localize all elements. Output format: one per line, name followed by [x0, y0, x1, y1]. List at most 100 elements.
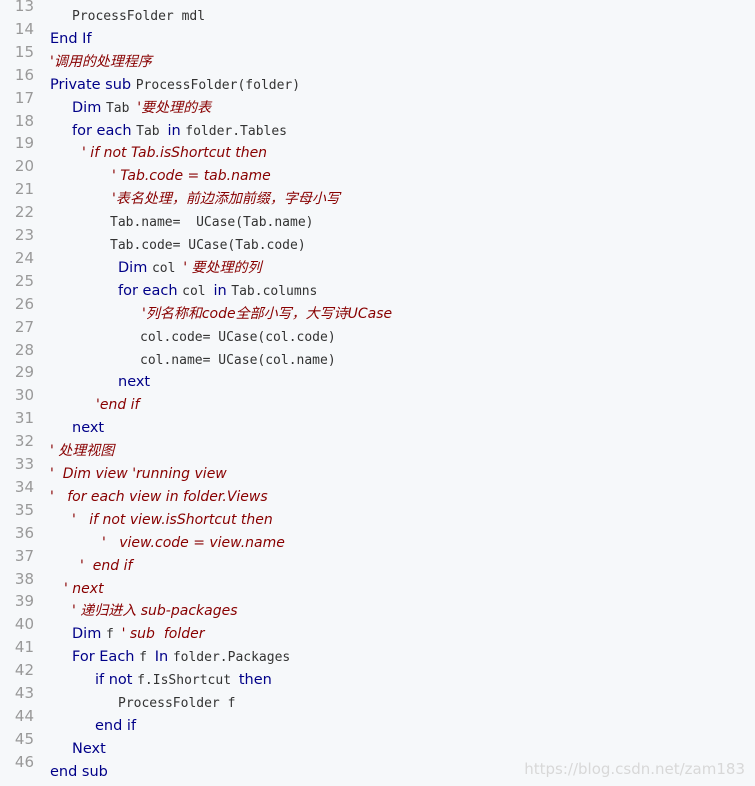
- code-comment: '列名称和code全部小写，大写诗UCase: [142, 305, 393, 322]
- code-identifier: ProcessFolder mdl: [72, 9, 206, 24]
- code-identifier: f: [105, 627, 122, 643]
- line-number: 26: [14, 294, 34, 313]
- line-number: 40: [14, 615, 34, 634]
- code-line: next: [50, 371, 150, 393]
- code-identifier: col.code= UCase(col.code): [140, 329, 336, 345]
- code-line: ' Tab.code = tab.name: [50, 165, 271, 187]
- code-line: ProcessFolder mdl: [50, 5, 205, 27]
- code-keyword: Next: [72, 740, 106, 757]
- code-line: Dim col ' 要处理的列: [50, 257, 262, 279]
- line-number: 33: [14, 455, 34, 473]
- code-comment: 'end if: [96, 397, 140, 414]
- code-identifier: Tab.columns: [231, 283, 318, 299]
- code-line: '调用的处理程序: [50, 51, 152, 73]
- code-keyword: For Each: [72, 649, 140, 666]
- code-identifier: ProcessFolder(folder): [135, 77, 301, 93]
- code-line: Dim f ' sub folder: [50, 623, 205, 645]
- code-identifier: folder.Packages: [172, 650, 291, 666]
- code-identifier: f.IsShortcut: [137, 673, 239, 689]
- code-keyword: then: [238, 672, 272, 689]
- code-comment: ' Dim view 'running view: [50, 466, 227, 482]
- line-number: 31: [14, 409, 34, 428]
- code-line: end sub: [50, 761, 108, 783]
- code-line: ' 处理视图: [50, 440, 114, 462]
- line-number: 27: [14, 317, 34, 336]
- code-identifier: f: [139, 650, 155, 666]
- line-number: 46: [14, 752, 34, 771]
- code-line: next: [50, 417, 104, 439]
- code-line: ' Dim view 'running view: [50, 463, 227, 485]
- line-number: 38: [14, 569, 34, 588]
- code-comment: ' view.code = view.name: [102, 534, 285, 551]
- code-line: ' next: [50, 578, 104, 600]
- code-line: ' end if: [50, 555, 132, 577]
- code-keyword: for each: [118, 282, 183, 299]
- code-keyword: in: [213, 282, 232, 299]
- code-comment: '调用的处理程序: [50, 53, 152, 70]
- code-comment: ' sub folder: [121, 626, 205, 643]
- code-keyword: Dim: [72, 99, 106, 116]
- code-comment: '表名处理，前边添加前缀，字母小写: [112, 191, 340, 208]
- code-line: For Each f In folder.Packages: [50, 646, 290, 668]
- code-keyword: In: [154, 649, 173, 666]
- code-comment: ' for each view in folder.Views: [50, 488, 268, 505]
- code-identifier: folder.Tables: [185, 123, 288, 139]
- line-number: 18: [14, 111, 34, 130]
- code-line: end if: [50, 715, 136, 737]
- line-number: 44: [14, 706, 34, 725]
- code-comment: ' if not view.isShortcut then: [72, 511, 273, 528]
- code-identifier: Tab.code= UCase(Tab.code): [110, 238, 306, 253]
- code-keyword: End If: [50, 30, 92, 47]
- code-identifier: Tab: [136, 123, 168, 139]
- code-keyword: Private sub: [50, 76, 136, 93]
- line-number: 42: [14, 661, 34, 680]
- code-keyword: in: [167, 122, 186, 139]
- code-line: End If: [50, 28, 92, 50]
- code-line: if not f.IsShortcut then: [50, 669, 272, 691]
- code-identifier: col.name= UCase(col.name): [140, 352, 336, 368]
- code-comment: ' 递归进入 sub-packages: [72, 603, 238, 620]
- code-comment: ' 处理视图: [50, 443, 115, 460]
- code-line: for each col in Tab.columns: [50, 280, 317, 302]
- code-keyword: if not: [95, 672, 138, 689]
- line-number: 36: [14, 523, 34, 542]
- line-number: 30: [14, 386, 34, 405]
- line-number-gutter: 13 14 15 16 17 18 19 20 21 22 23 24 25 26 27 28 29 30 31 32…: [0, 0, 42, 771]
- code-line: Tab.code= UCase(Tab.code): [50, 234, 306, 256]
- line-number: 43: [14, 684, 34, 702]
- line-number: 24: [14, 248, 34, 267]
- code-identifier: ProcessFolder f: [118, 696, 236, 711]
- line-number: 14: [14, 19, 34, 38]
- code-line: Dim Tab '要处理的表: [50, 97, 211, 119]
- line-number: 17: [14, 88, 34, 107]
- line-number: 28: [14, 340, 34, 359]
- code-identifier: col: [182, 283, 214, 299]
- code-line: ' for each view in folder.Views: [50, 486, 268, 508]
- line-number: 37: [14, 546, 34, 565]
- line-number: 21: [14, 180, 34, 199]
- code-keyword: Dim: [118, 259, 152, 276]
- code-area: ProcessFolder mdl End If '调用的处理程序 Private s…: [42, 0, 755, 786]
- watermark: https://blog.csdn.net/zam183: [524, 760, 745, 778]
- code-comment: '要处理的表: [137, 99, 212, 116]
- code-keyword: next: [118, 374, 151, 391]
- code-identifier: Tab.name= UCase(Tab.name): [110, 215, 314, 231]
- code-line: ' if not view.isShortcut then: [50, 509, 273, 531]
- code-line: col.name= UCase(col.name): [50, 349, 336, 371]
- line-number: 35: [14, 500, 34, 519]
- line-number: 32: [14, 432, 34, 451]
- code-comment: ' end if: [80, 557, 133, 574]
- code-line: ProcessFolder f: [50, 692, 235, 714]
- line-number: 22: [14, 203, 34, 222]
- line-number: 19: [14, 134, 34, 153]
- line-number: 25: [14, 271, 34, 290]
- code-keyword: Dim: [72, 626, 106, 643]
- code-comment: ' Tab.code = tab.name: [112, 168, 271, 185]
- code-keyword: end sub: [50, 763, 108, 780]
- line-number: 41: [14, 638, 34, 657]
- line-number: 39: [14, 592, 34, 611]
- code-keyword: end if: [95, 717, 137, 734]
- code-line: ' 递归进入 sub-packages: [50, 600, 238, 622]
- code-keyword: for each: [72, 122, 137, 139]
- code-comment: ' 要处理的列: [183, 259, 262, 276]
